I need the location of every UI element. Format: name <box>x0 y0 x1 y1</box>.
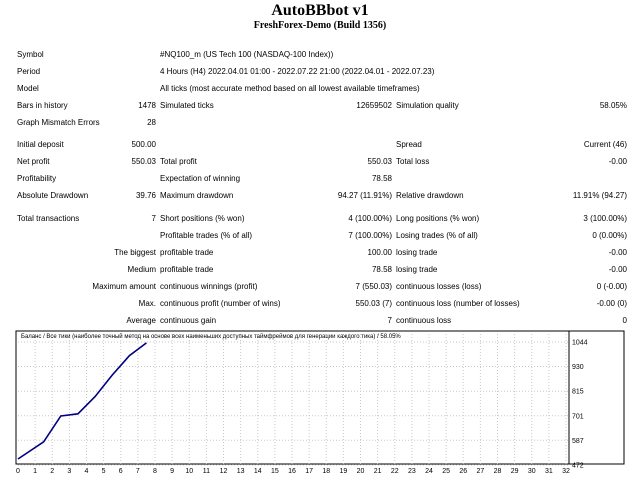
y-tick-label: 587 <box>572 438 584 445</box>
x-tick-label: 26 <box>459 468 467 475</box>
y-tick-label: 701 <box>572 413 584 420</box>
x-tick-label: 15 <box>271 468 279 475</box>
x-tick-label: 20 <box>357 468 365 475</box>
x-tick-label: 29 <box>511 468 519 475</box>
x-tick-label: 19 <box>339 468 347 475</box>
x-tick-label: 23 <box>408 468 416 475</box>
y-tick-label: 930 <box>572 364 584 371</box>
x-tick-label: 9 <box>170 468 174 475</box>
x-tick-label: 24 <box>425 468 433 475</box>
y-tick-label: 1044 <box>572 340 588 347</box>
x-tick-label: 25 <box>442 468 450 475</box>
x-tick-label: 8 <box>153 468 157 475</box>
x-tick-label: 6 <box>119 468 123 475</box>
x-tick-label: 1 <box>33 468 37 475</box>
x-tick-label: 30 <box>528 468 536 475</box>
x-tick-label: 11 <box>203 468 210 475</box>
x-tick-label: 32 <box>562 468 570 475</box>
y-tick-label: 472 <box>572 463 584 470</box>
x-tick-label: 13 <box>237 468 245 475</box>
x-tick-label: 0 <box>16 468 20 475</box>
x-tick-label: 22 <box>391 468 399 475</box>
x-tick-label: 5 <box>102 468 106 475</box>
x-tick-label: 18 <box>322 468 330 475</box>
x-tick-label: 4 <box>85 468 89 475</box>
x-tick-label: 7 <box>136 468 140 475</box>
x-tick-label: 3 <box>67 468 71 475</box>
x-tick-label: 10 <box>185 468 193 475</box>
x-tick-label: 16 <box>288 468 296 475</box>
x-tick-label: 17 <box>305 468 313 475</box>
chart-caption: Баланс / Все тики (наиболее точный метод… <box>21 334 401 340</box>
x-tick-label: 21 <box>374 468 382 475</box>
x-tick-label: 31 <box>545 468 553 475</box>
x-tick-label: 28 <box>494 468 502 475</box>
x-tick-label: 27 <box>476 468 484 475</box>
chart-frame <box>15 330 625 465</box>
x-tick-label: 14 <box>254 468 262 475</box>
y-tick-label: 815 <box>572 389 584 396</box>
x-tick-label: 12 <box>220 468 228 475</box>
x-tick-label: 2 <box>50 468 54 475</box>
balance-chart: 0 1 2 3 4 5 6 7 8 9 10 11 12 13 14 15 16 17 18 19 20 21 22 23 24… <box>15 330 625 475</box>
